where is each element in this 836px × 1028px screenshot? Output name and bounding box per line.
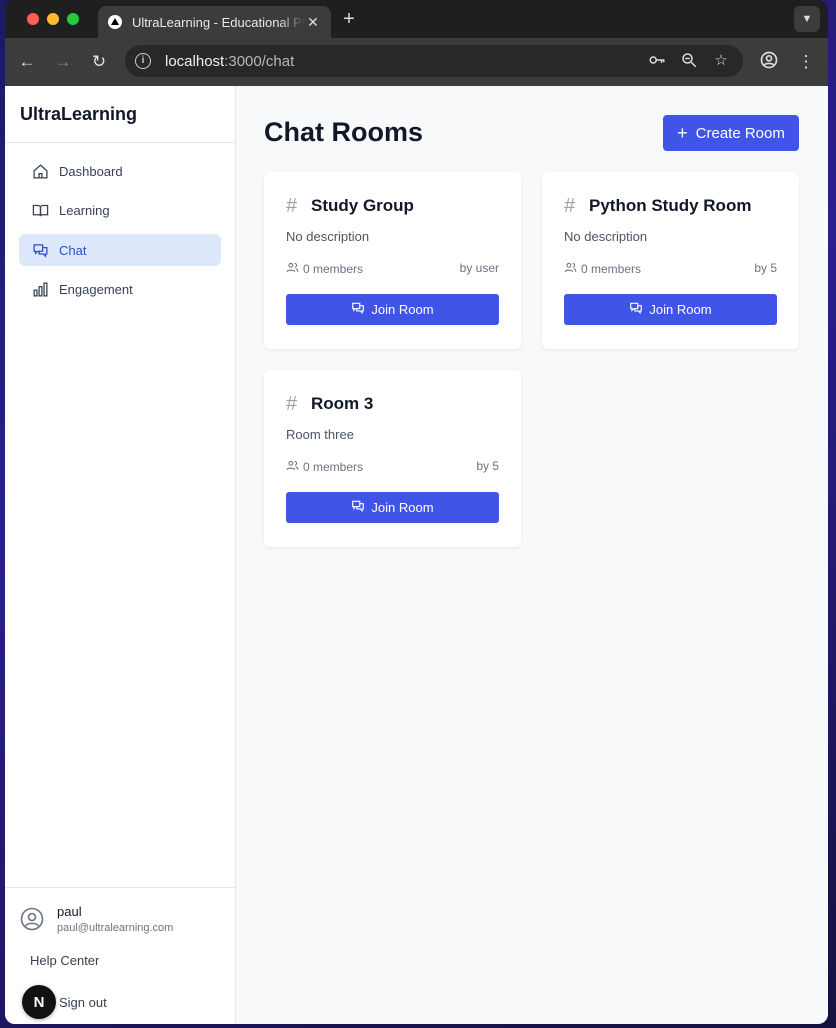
chat-icon	[351, 301, 365, 318]
room-card: # Python Study Room No description 0 mem…	[542, 172, 799, 349]
users-icon	[564, 261, 577, 277]
hash-icon: #	[564, 194, 576, 217]
chat-icon	[629, 301, 643, 318]
member-count: 0 members	[581, 262, 642, 276]
room-description: Room three	[286, 427, 354, 442]
join-room-button[interactable]: Join Room	[286, 492, 499, 523]
address-bar[interactable]: i localhost:3000/chat ☆	[125, 45, 743, 77]
chat-icon	[31, 241, 49, 259]
forward-button[interactable]: →	[51, 50, 75, 74]
page-content: UltraLearning Dashboard Learning Chat En…	[5, 86, 828, 1024]
users-icon	[286, 459, 299, 475]
hash-icon: #	[286, 392, 298, 415]
hash-icon: #	[286, 194, 298, 217]
minimize-window-button[interactable]	[47, 13, 59, 25]
avatar	[20, 907, 44, 931]
join-room-button[interactable]: Join Room	[286, 294, 499, 325]
book-icon	[31, 202, 49, 220]
sidebar-item-label: Engagement	[59, 282, 133, 297]
key-icon[interactable]	[647, 51, 667, 71]
tab-search-button[interactable]: ▼	[794, 6, 820, 32]
maximize-window-button[interactable]	[67, 13, 79, 25]
create-room-label: Create Room	[695, 124, 785, 142]
user-name: paul	[57, 904, 82, 919]
back-button[interactable]: ←	[15, 50, 39, 74]
room-card: # Study Group No description 0 members b…	[264, 172, 521, 349]
tab-close-icon[interactable]: ✕	[305, 14, 321, 31]
room-description: No description	[286, 229, 370, 244]
reload-button[interactable]: ↻	[87, 50, 111, 74]
help-center-link[interactable]: Help Center	[20, 953, 221, 968]
sign-out-link[interactable]: Sign out	[59, 995, 107, 1010]
member-count: 0 members	[303, 460, 364, 474]
nextjs-dev-badge-icon[interactable]: N	[22, 985, 56, 1019]
main-content: Chat Rooms + Create Room # Study Group N…	[236, 86, 828, 1024]
room-creator: by user	[459, 261, 499, 275]
sidebar: UltraLearning Dashboard Learning Chat En…	[5, 86, 236, 1024]
join-room-label: Join Room	[371, 500, 434, 515]
room-description: No description	[564, 229, 648, 244]
sidebar-item-label: Chat	[59, 242, 87, 258]
bar-chart-icon	[31, 281, 49, 299]
sidebar-item-chat[interactable]: Chat	[19, 234, 221, 266]
room-name: Python Study Room	[589, 196, 752, 215]
sidebar-item-label: Learning	[59, 203, 110, 218]
url-host: localhost	[165, 52, 225, 70]
site-info-icon[interactable]: i	[135, 53, 151, 69]
sidebar-item-label: Dashboard	[59, 163, 123, 179]
join-room-button[interactable]: Join Room	[564, 294, 777, 325]
join-room-label: Join Room	[649, 302, 712, 317]
member-count: 0 members	[303, 262, 364, 276]
close-window-button[interactable]	[27, 13, 39, 25]
browser-toolbar: ← → ↻ i localhost:3000/chat ☆ ⋮	[5, 38, 828, 86]
zoom-icon[interactable]	[679, 51, 699, 71]
room-name: Study Group	[311, 196, 414, 215]
sidebar-item-dashboard[interactable]: Dashboard	[19, 155, 221, 187]
tab-title: UltraLearning - Educational Platform	[132, 14, 305, 30]
browser-window: UltraLearning - Educational Platform ✕ +…	[5, 0, 828, 1024]
user-email: paul@ultralearning.com	[57, 922, 174, 934]
create-room-button[interactable]: + Create Room	[663, 115, 799, 151]
room-name: Room 3	[311, 394, 374, 413]
sidebar-item-engagement[interactable]: Engagement	[19, 274, 221, 306]
plus-icon: +	[677, 123, 688, 143]
room-creator: by 5	[476, 459, 499, 473]
sidebar-footer: paul paul@ultralearning.com Help Center …	[5, 887, 236, 1019]
browser-tab[interactable]: UltraLearning - Educational Platform ✕	[98, 6, 331, 38]
room-creator: by 5	[754, 261, 777, 275]
new-tab-button[interactable]: +	[339, 8, 359, 30]
bookmark-star-icon[interactable]: ☆	[711, 51, 731, 71]
sidebar-nav: Dashboard Learning Chat Engagement	[5, 143, 235, 325]
users-icon	[286, 261, 299, 277]
user-profile[interactable]: paul paul@ultralearning.com	[20, 904, 221, 934]
favicon-icon	[108, 15, 122, 29]
url-path: :3000/chat	[224, 52, 295, 70]
join-room-label: Join Room	[371, 302, 434, 317]
profile-icon[interactable]	[757, 50, 781, 74]
room-card: # Room 3 Room three 0 members by 5 Join …	[264, 370, 521, 547]
chat-icon	[351, 499, 365, 516]
home-icon	[31, 162, 49, 180]
app-brand[interactable]: UltraLearning	[5, 86, 235, 143]
page-title: Chat Rooms	[264, 117, 424, 147]
tab-strip: UltraLearning - Educational Platform ✕ +…	[5, 0, 828, 38]
more-menu-icon[interactable]: ⋮	[794, 50, 818, 74]
sidebar-item-learning[interactable]: Learning	[19, 195, 221, 227]
